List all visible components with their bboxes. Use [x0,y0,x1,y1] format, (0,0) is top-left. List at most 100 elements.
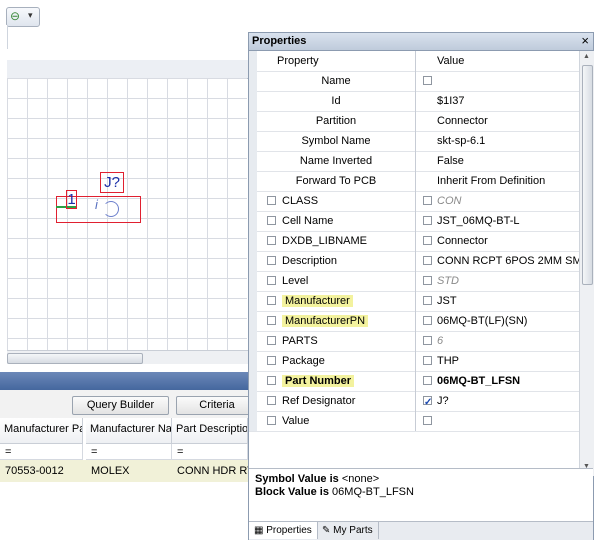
property-value-cell[interactable]: 06MQ-BT(LF)(SN) [417,311,579,331]
property-name-checkbox[interactable] [267,316,276,325]
property-value-cell[interactable]: Connector [417,231,579,251]
property-row[interactable]: PARTS 6 [249,331,579,352]
property-name-checkbox[interactable] [267,196,276,205]
symbol-part-label[interactable]: 1 [66,190,77,209]
property-name-checkbox[interactable] [267,276,276,285]
property-name-cell[interactable]: Description [257,251,416,271]
table-row-mpn[interactable]: 70553-0012 [0,460,86,482]
tab-properties[interactable]: ▦ Properties [249,522,318,539]
property-value-cell[interactable]: skt-sp-6.1 [417,131,579,151]
property-value-cell[interactable]: 06MQ-BT_LFSN [417,371,579,391]
view-toggle-button[interactable]: ⊖ ▾ [6,7,40,27]
property-value-checkbox[interactable] [423,416,432,425]
property-row[interactable]: Symbol Name skt-sp-6.1 [249,131,579,152]
property-row[interactable]: Value [249,411,579,432]
scrollbar-thumb[interactable] [7,353,143,364]
query-builder-button[interactable]: Query Builder [72,396,169,415]
property-row[interactable]: Id $1I37 [249,91,579,112]
criteria-button[interactable]: Criteria [176,396,258,415]
filter-cell-manufacturer[interactable]: = [86,444,172,460]
property-value-cell[interactable] [417,71,579,91]
property-name-checkbox[interactable] [267,216,276,225]
property-name-cell[interactable]: Name Inverted [257,151,416,171]
column-header-mpn[interactable]: Manufacturer Part Number [0,418,83,444]
property-value-checkbox[interactable] [423,393,432,411]
property-name-checkbox[interactable] [267,296,276,305]
property-value-checkbox[interactable] [423,256,432,265]
property-value-checkbox[interactable] [423,276,432,285]
property-name-checkbox[interactable] [267,376,276,385]
filter-cell-mpn[interactable]: = [0,444,83,460]
property-value-cell[interactable]: Connector [417,111,579,131]
property-row[interactable]: DXDB_LIBNAME Connector [249,231,579,252]
property-name-checkbox[interactable] [267,356,276,365]
property-row[interactable]: Name [249,71,579,92]
table-row-description[interactable]: CONN HDR RT [172,460,248,482]
property-name-checkbox[interactable] [267,336,276,345]
property-name-cell[interactable]: Manufacturer [257,291,416,311]
symbol-refdes-label[interactable]: J? [100,172,124,193]
column-header-description[interactable]: Part Description [172,418,248,444]
property-value-checkbox[interactable] [423,296,432,305]
scrollbar-thumb[interactable] [582,65,593,285]
column-header-manufacturer[interactable]: Manufacturer Name [86,418,172,444]
tab-my-parts[interactable]: ✎ My Parts [317,522,379,539]
property-value-cell[interactable]: Inherit From Definition [417,171,579,191]
property-name-cell[interactable]: Value [257,411,416,431]
property-row[interactable]: Level STD [249,271,579,292]
property-row[interactable]: Manufacturer JST [249,291,579,312]
close-icon[interactable]: × [581,33,589,48]
filter-cell-description[interactable]: = [172,444,248,460]
property-row[interactable]: CLASS CON [249,191,579,212]
property-value-cell[interactable]: CON [417,191,579,211]
property-name-cell[interactable]: CLASS [257,191,416,211]
property-name-cell[interactable]: Ref Designator [257,391,416,411]
property-value-cell[interactable]: JST_06MQ-BT-L [417,211,579,231]
property-value-checkbox[interactable] [423,76,432,85]
property-value-cell[interactable]: THP [417,351,579,371]
property-name-checkbox[interactable] [267,256,276,265]
property-row[interactable]: Description CONN RCPT 6POS 2MM SMD [249,251,579,272]
property-name-cell[interactable]: DXDB_LIBNAME [257,231,416,251]
property-value-cell[interactable] [417,411,579,431]
property-value-cell[interactable]: STD [417,271,579,291]
property-vertical-scrollbar[interactable]: ▲ ▼ [579,51,594,476]
property-name-cell[interactable]: Cell Name [257,211,416,231]
property-value-cell[interactable]: False [417,151,579,171]
scroll-up-icon[interactable]: ▲ [583,53,590,60]
property-row[interactable]: ManufacturerPN 06MQ-BT(LF)(SN) [249,311,579,332]
property-value-cell[interactable]: JST [417,291,579,311]
property-row[interactable]: Forward To PCB Inherit From Definition [249,171,579,192]
property-row[interactable]: Cell Name JST_06MQ-BT-L [249,211,579,232]
property-value-checkbox[interactable] [423,196,432,205]
property-name-checkbox[interactable] [267,416,276,425]
property-row[interactable]: Ref Designator J? [249,391,579,412]
property-name-cell[interactable]: Id [257,91,416,111]
property-value-checkbox[interactable] [423,236,432,245]
property-value-checkbox[interactable] [423,336,432,345]
property-name-checkbox[interactable] [267,236,276,245]
property-name-cell[interactable]: Partition [257,111,416,131]
property-name-cell[interactable]: Name [257,71,416,91]
property-value-checkbox[interactable] [423,216,432,225]
property-value-cell[interactable]: $1I37 [417,91,579,111]
property-value-checkbox[interactable] [423,356,432,365]
property-name-cell[interactable]: Package [257,351,416,371]
property-value-checkbox[interactable] [423,376,432,385]
property-name-cell[interactable]: Forward To PCB [257,171,416,191]
canvas-horizontal-scrollbar[interactable] [7,350,248,364]
property-value-cell[interactable]: CONN RCPT 6POS 2MM SMD [417,251,579,271]
property-row[interactable]: Package THP [249,351,579,372]
property-name-cell[interactable]: Part Number [257,371,416,391]
property-name-cell[interactable]: PARTS [257,331,416,351]
property-name-cell[interactable]: Level [257,271,416,291]
property-name-cell[interactable]: ManufacturerPN [257,311,416,331]
table-row-manufacturer[interactable]: MOLEX [86,460,172,482]
property-value-cell[interactable]: 6 [417,331,579,351]
property-name-cell[interactable]: Symbol Name [257,131,416,151]
property-value-cell[interactable]: J? [417,391,579,411]
property-row[interactable]: Part Number 06MQ-BT_LFSN [249,371,579,392]
property-value-checkbox[interactable] [423,316,432,325]
property-row[interactable]: Partition Connector [249,111,579,132]
property-row[interactable]: Name Inverted False [249,151,579,172]
